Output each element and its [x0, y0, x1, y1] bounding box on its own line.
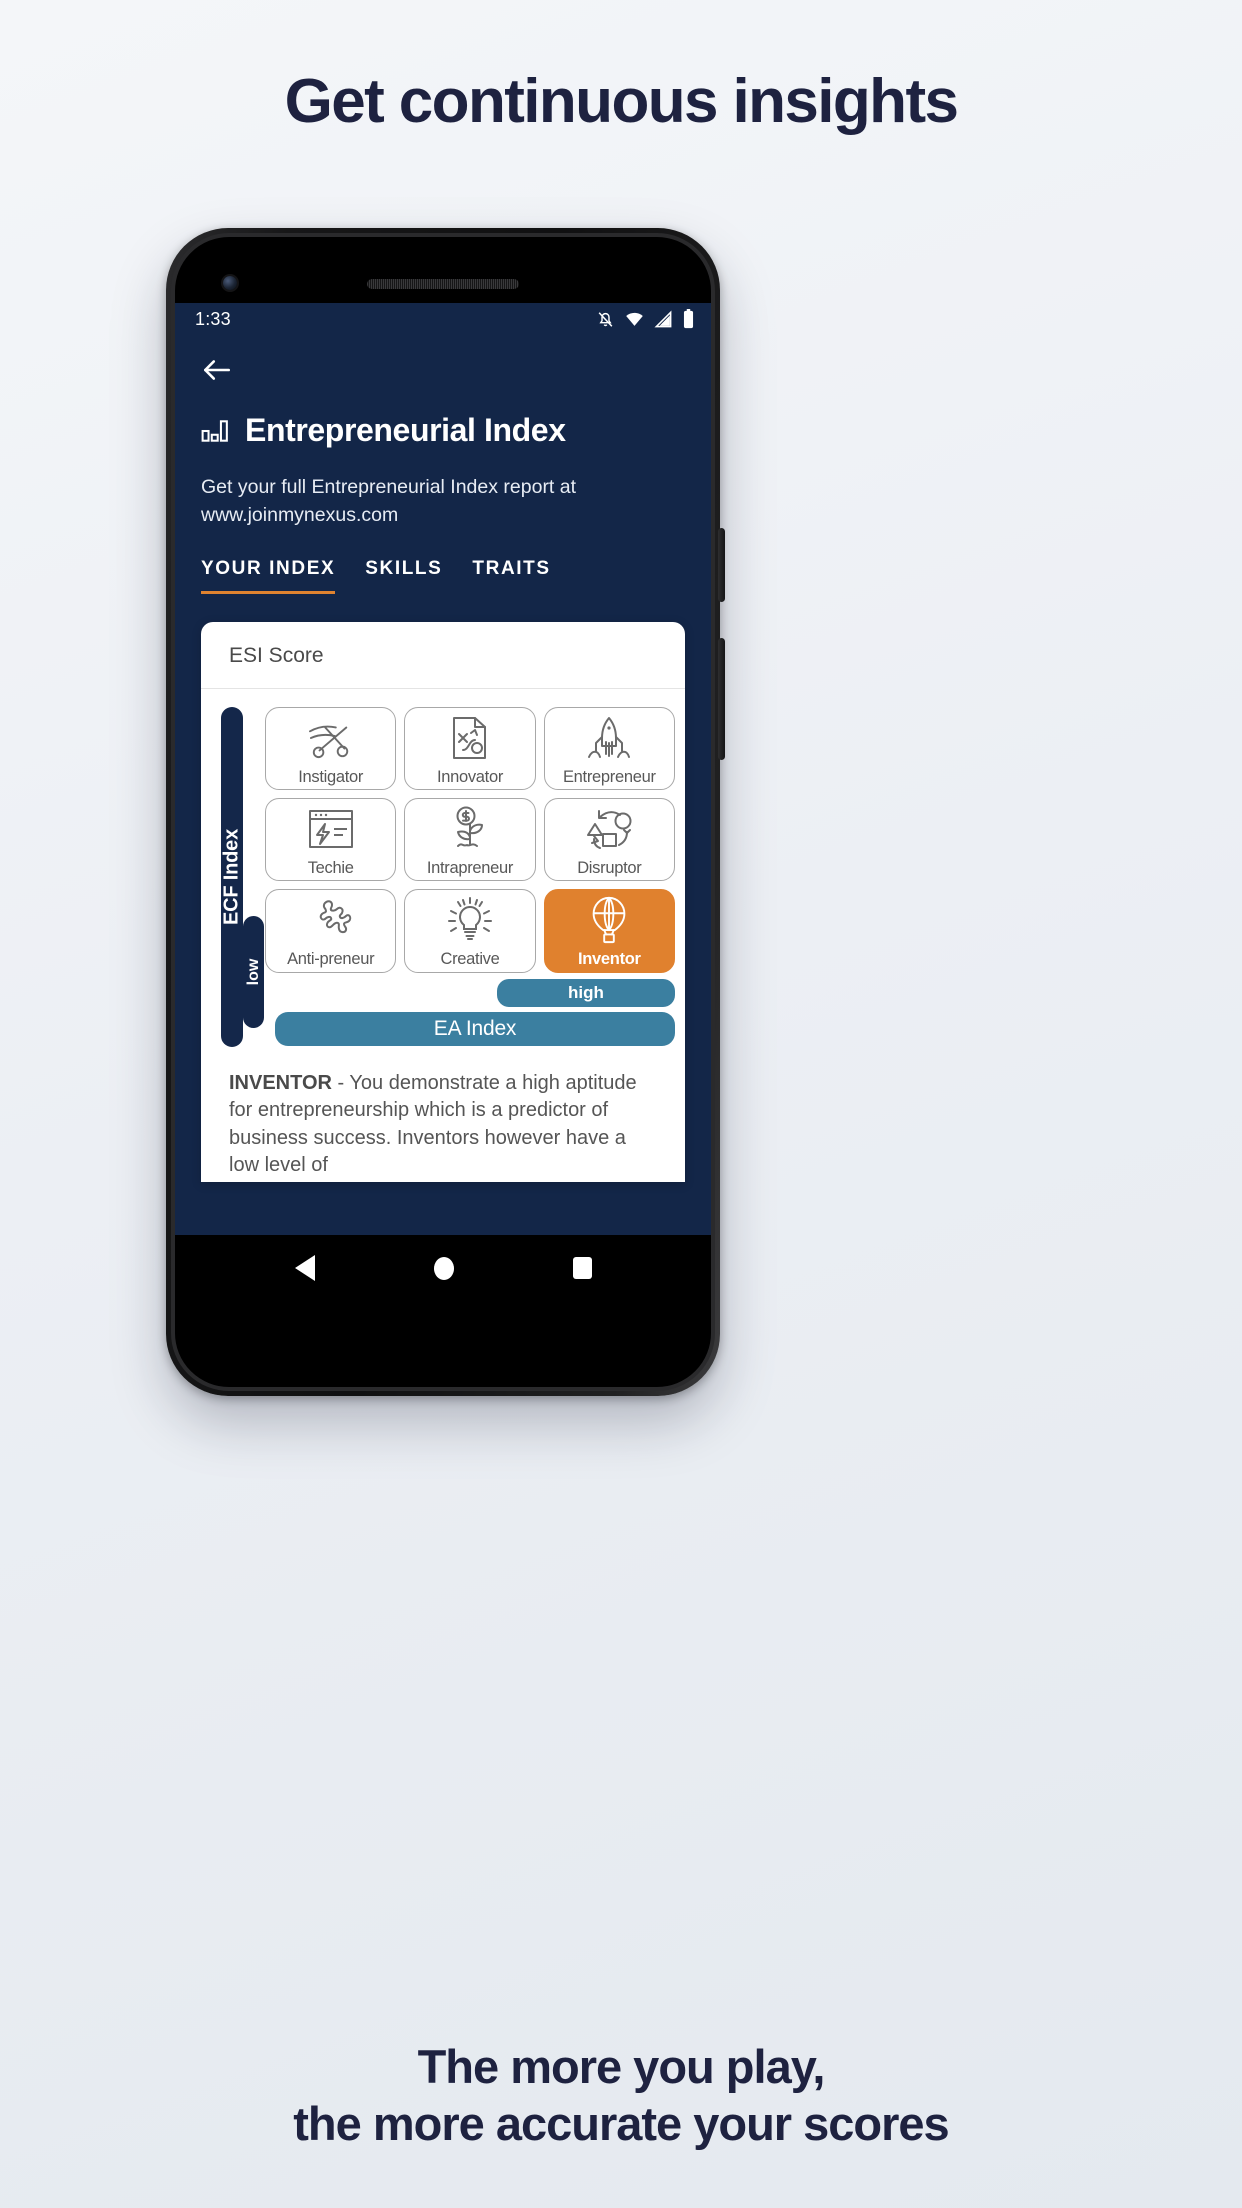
phone-screen-bezel: 1:33 Entrepreneurial Index Get your full… — [171, 233, 715, 1391]
nav-back-icon[interactable] — [294, 1255, 315, 1281]
persona-cell-intrapreneur[interactable]: Intrapreneur — [404, 797, 536, 882]
y-axis-group: ECF Index low — [213, 706, 265, 1047]
earpiece-speaker — [367, 279, 519, 289]
tab-bar: YOUR INDEX SKILLS TRAITS — [175, 530, 711, 594]
persona-label: Anti-preneur — [287, 950, 375, 969]
low-axis-pill: low — [243, 915, 264, 1028]
nav-home-icon[interactable] — [433, 1256, 454, 1280]
puzzle-icon — [306, 892, 356, 948]
power-button[interactable] — [718, 528, 725, 602]
persona-label: Disruptor — [577, 859, 642, 878]
status-clock: 1:33 — [195, 308, 231, 329]
tab-skills[interactable]: SKILLS — [365, 558, 442, 594]
persona-label: Techie — [307, 859, 354, 878]
persona-grid: Instigator Innovator Entrepreneur Techie… — [265, 706, 675, 973]
status-bar: 1:33 — [175, 303, 711, 335]
page-title: Get continuous insights — [284, 67, 959, 136]
nav-recents-icon[interactable] — [572, 1257, 592, 1279]
page-caption: The more you play, the more accurate you… — [0, 2039, 1242, 2152]
screen-subtitle: Get your full Entrepreneurial Index repo… — [201, 476, 577, 527]
wifi-icon — [626, 312, 643, 326]
persona-label: Creative — [440, 950, 500, 969]
bell-mute-icon — [598, 311, 613, 327]
persona-cell-anti-preneur[interactable]: Anti-preneur — [265, 889, 397, 973]
persona-cell-creative[interactable]: Creative — [404, 889, 536, 973]
persona-label: Intrapreneur — [426, 859, 514, 878]
strategy-doc-icon — [449, 710, 491, 766]
low-axis-label: low — [244, 958, 262, 985]
persona-cell-inventor[interactable]: Inventor — [543, 889, 675, 973]
code-window-icon — [307, 801, 355, 857]
persona-cell-techie[interactable]: Techie — [265, 797, 397, 882]
bar-chart-icon — [201, 419, 228, 442]
esi-matrix: ECF Index low Instigator Innovator Entre… — [201, 689, 685, 1054]
tab-your-index[interactable]: YOUR INDEX — [201, 558, 336, 594]
android-nav-bar — [175, 1235, 711, 1301]
screen-title-row: Entrepreneurial Index — [175, 390, 711, 449]
battery-icon — [683, 309, 694, 329]
hot-air-balloon-icon — [587, 892, 631, 948]
persona-cell-instigator[interactable]: Instigator — [265, 706, 397, 790]
shapes-cycle-icon — [585, 801, 633, 857]
persona-description-label: INVENTOR — [229, 1071, 332, 1094]
back-arrow-icon[interactable] — [201, 355, 233, 385]
high-axis-row: high — [265, 978, 675, 1007]
lightbulb-icon — [446, 892, 494, 948]
matrix-grid-column: Instigator Innovator Entrepreneur Techie… — [265, 706, 675, 1046]
phone-mockup: 1:33 Entrepreneurial Index Get your full… — [166, 228, 725, 1396]
esi-score-card: ESI Score ECF Index low Instigator Innov… — [201, 621, 685, 1182]
card-title: ESI Score — [201, 622, 685, 689]
ea-axis-row: EA Index — [265, 1011, 675, 1046]
ecf-index-axis-label: ECF Index — [220, 828, 243, 925]
persona-cell-entrepreneur[interactable]: Entrepreneur — [543, 706, 675, 790]
cellular-signal-icon — [654, 309, 672, 327]
persona-label: Inventor — [577, 950, 641, 969]
scissors-icon — [306, 710, 356, 766]
persona-label: Entrepreneur — [562, 767, 656, 786]
back-button-row — [175, 335, 711, 390]
persona-cell-innovator[interactable]: Innovator — [404, 706, 536, 790]
front-camera-icon — [223, 276, 237, 290]
page-caption-line-2: the more accurate your scores — [293, 2096, 949, 2150]
screen-title: Entrepreneurial Index — [245, 412, 566, 448]
tab-traits[interactable]: TRAITS — [472, 558, 550, 594]
persona-label: Instigator — [298, 767, 364, 786]
status-icon-group — [596, 309, 695, 329]
money-plant-icon — [446, 801, 494, 857]
rocket-icon — [585, 710, 633, 766]
persona-description: INVENTOR - You demonstrate a high aptitu… — [201, 1054, 685, 1180]
volume-button[interactable] — [718, 638, 725, 760]
page-caption-line-1: The more you play, — [417, 2040, 826, 2094]
ecf-index-axis-bar: ECF Index — [220, 706, 243, 1047]
app-screen: 1:33 Entrepreneurial Index Get your full… — [175, 303, 711, 1235]
persona-label: Innovator — [436, 767, 504, 786]
high-axis-label: high — [497, 978, 675, 1007]
ea-index-axis-label: EA Index — [275, 1011, 675, 1046]
persona-cell-disruptor[interactable]: Disruptor — [543, 797, 675, 882]
